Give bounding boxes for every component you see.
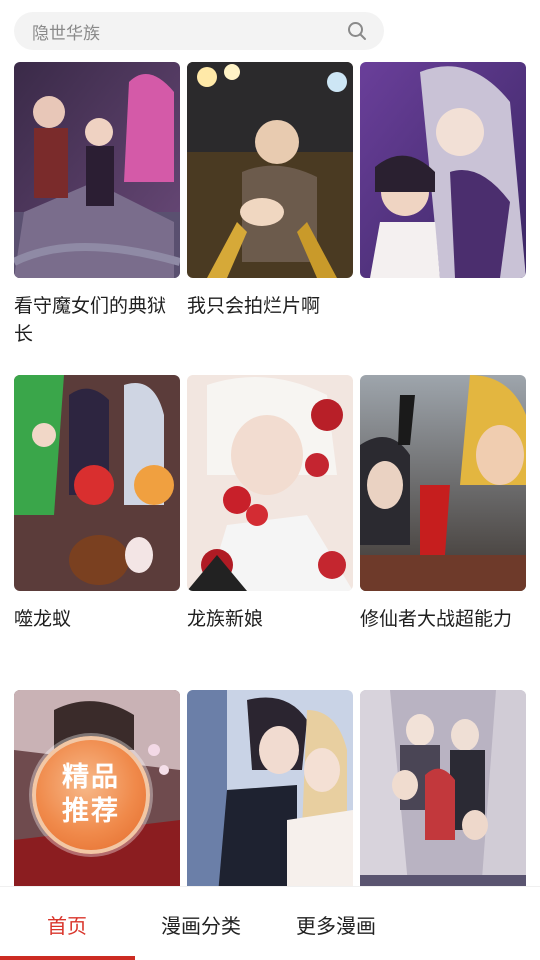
- search-placeholder: 隐世华族: [32, 23, 100, 44]
- comic-cover[interactable]: [187, 690, 353, 906]
- nav-tab-home[interactable]: 首页: [47, 887, 87, 960]
- comic-title[interactable]: 我只会拍烂片啊: [187, 292, 353, 320]
- comic-cover[interactable]: [187, 62, 353, 278]
- comic-card[interactable]: 修仙者大战超能力: [360, 375, 526, 633]
- search-bar[interactable]: 隐世华族: [14, 12, 384, 50]
- comic-card[interactable]: 看守魔女们的典狱长: [14, 62, 180, 348]
- comic-cover[interactable]: [187, 375, 353, 591]
- comic-title[interactable]: 龙族新娘: [187, 605, 353, 633]
- comic-title[interactable]: 噬龙蚁: [14, 605, 180, 633]
- comic-cover[interactable]: [14, 62, 180, 278]
- comic-cover[interactable]: [14, 375, 180, 591]
- comic-card[interactable]: 龙族新娘: [187, 375, 353, 633]
- comic-card[interactable]: 我只会拍烂片啊: [187, 62, 353, 320]
- comic-cover[interactable]: [360, 690, 526, 906]
- comic-cover[interactable]: [360, 62, 526, 278]
- comic-cover[interactable]: 精品 推荐: [14, 690, 180, 906]
- comic-cover[interactable]: [360, 375, 526, 591]
- comic-title[interactable]: 修仙者大战超能力: [360, 605, 526, 633]
- search-icon[interactable]: [346, 20, 368, 42]
- featured-badge: 精品 推荐: [32, 736, 150, 854]
- nav-tab-more[interactable]: 更多漫画: [296, 887, 376, 960]
- comic-card[interactable]: 精品 推荐: [14, 690, 180, 906]
- comic-card[interactable]: [360, 62, 526, 292]
- nav-tab-categories[interactable]: 漫画分类: [161, 887, 241, 960]
- comic-card[interactable]: [187, 690, 353, 906]
- comic-card[interactable]: [360, 690, 526, 906]
- comic-title[interactable]: 看守魔女们的典狱长: [14, 292, 180, 348]
- active-tab-indicator: [0, 956, 135, 960]
- bottom-nav: 首页 漫画分类 更多漫画: [0, 886, 540, 960]
- comic-card[interactable]: 噬龙蚁: [14, 375, 180, 633]
